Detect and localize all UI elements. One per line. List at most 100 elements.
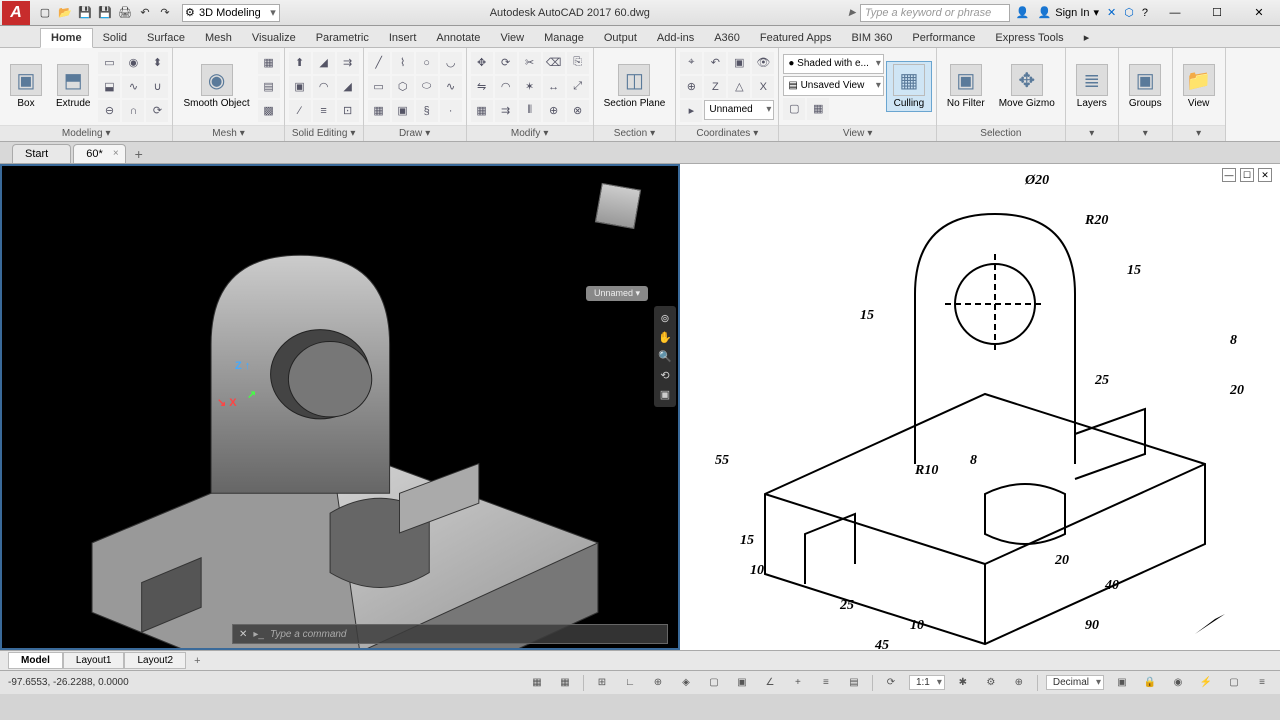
panel-modify-title[interactable]: Modify▾: [467, 125, 593, 141]
file-tab-start[interactable]: Start: [12, 144, 71, 163]
layout-tab-1[interactable]: Layout1: [63, 652, 125, 669]
viewport-2d[interactable]: — ☐ ✕: [680, 164, 1280, 650]
arc-icon[interactable]: ◡: [440, 52, 462, 74]
viewport-single-icon[interactable]: ▢: [783, 98, 805, 120]
cycling-icon[interactable]: ⟳: [881, 674, 901, 692]
tab-bim360[interactable]: BIM 360: [841, 29, 902, 47]
ucs-origin-icon[interactable]: ⊕: [680, 76, 702, 98]
print-icon[interactable]: 🖨: [116, 4, 134, 22]
minimize-button[interactable]: —: [1154, 1, 1196, 25]
panel-coords-title[interactable]: Coordinates▾: [676, 125, 778, 141]
quick-props-icon[interactable]: ▣: [1112, 674, 1132, 692]
view-unnamed-chip[interactable]: Unnamed ▾: [586, 286, 648, 301]
intersect-icon[interactable]: ∩: [122, 100, 144, 122]
customize-icon[interactable]: ≡: [1252, 674, 1272, 692]
mirror-icon[interactable]: ⇋: [471, 76, 493, 98]
groups-button[interactable]: ▣Groups: [1123, 62, 1168, 111]
offset-icon[interactable]: ⇉: [495, 100, 517, 122]
panel-section-title[interactable]: Section▾: [594, 125, 676, 141]
trim-icon[interactable]: ✂: [519, 52, 541, 74]
culling-button[interactable]: ▦Culling: [886, 61, 932, 112]
panel-groups-title[interactable]: ▾: [1119, 125, 1172, 141]
point-icon[interactable]: ·: [440, 100, 462, 122]
subtract-icon[interactable]: ⊖: [98, 100, 120, 122]
clean-screen-icon[interactable]: ▢: [1224, 674, 1244, 692]
offset-face-icon[interactable]: ⇉: [337, 52, 359, 74]
workspace-icon[interactable]: ⚙: [981, 674, 1001, 692]
panel-draw-title[interactable]: Draw▾: [364, 125, 466, 141]
mesh-more-icon[interactable]: ▦: [258, 52, 280, 74]
thicken-icon[interactable]: ≡: [313, 100, 335, 122]
3dosnap-icon[interactable]: ▣: [732, 674, 752, 692]
viewport-3d[interactable]: Unnamed ▾ Z ↑ ↗ ↘ X ⊚ ✋ 🔍 ⟲ ▣ ✕ ▸_ Type …: [0, 164, 680, 650]
app-logo-icon[interactable]: A: [2, 1, 30, 25]
saveas-icon[interactable]: 💾: [96, 4, 114, 22]
signin-button[interactable]: 👤 Sign In ▾: [1038, 6, 1099, 19]
helix-icon[interactable]: §: [416, 100, 438, 122]
rotate-icon[interactable]: ⟳: [495, 52, 517, 74]
tab-mesh[interactable]: Mesh: [195, 29, 242, 47]
otrack-icon[interactable]: ∠: [760, 674, 780, 692]
redo-icon[interactable]: ↷: [156, 4, 174, 22]
panel-view-title[interactable]: View▾: [779, 125, 936, 141]
imprint-icon[interactable]: ⊡: [337, 100, 359, 122]
layout-tab-2[interactable]: Layout2: [124, 652, 186, 669]
autodesk-account-icon[interactable]: 👤: [1016, 6, 1030, 19]
grid-icon[interactable]: ▦: [555, 674, 575, 692]
help-icon[interactable]: ?: [1142, 7, 1148, 19]
open-icon[interactable]: 📂: [56, 4, 74, 22]
panel-layers-title[interactable]: ▾: [1066, 125, 1118, 141]
tab-addins[interactable]: Add-ins: [647, 29, 704, 47]
undo-icon[interactable]: ↶: [136, 4, 154, 22]
isolate-icon[interactable]: ◉: [1168, 674, 1188, 692]
maximize-button[interactable]: ☐: [1196, 1, 1238, 25]
lineweight-icon[interactable]: ≡: [816, 674, 836, 692]
presspull-icon[interactable]: ⬍: [146, 52, 168, 74]
panel-mesh-title[interactable]: Mesh▾: [173, 125, 283, 141]
fillet-icon[interactable]: ◠: [495, 76, 517, 98]
spline-icon[interactable]: ∿: [440, 76, 462, 98]
hatch-icon[interactable]: ▦: [368, 100, 390, 122]
file-tab-current[interactable]: 60*×: [73, 144, 126, 163]
vp-min-icon[interactable]: —: [1222, 168, 1236, 182]
polygon-icon[interactable]: ⬡: [392, 76, 414, 98]
lock-ui-icon[interactable]: 🔒: [1140, 674, 1160, 692]
tab-output[interactable]: Output: [594, 29, 647, 47]
visual-style-combo[interactable]: ● Shaded with e...: [783, 54, 884, 74]
section-plane-button[interactable]: ◫Section Plane: [598, 62, 672, 111]
tab-surface[interactable]: Surface: [137, 29, 195, 47]
command-line[interactable]: ✕ ▸_ Type a command: [232, 624, 668, 644]
app-store-icon[interactable]: ⬡: [1124, 6, 1134, 19]
ucs-prev-icon[interactable]: ↶: [704, 52, 726, 74]
ucs-named-combo[interactable]: Unnamed: [704, 100, 774, 120]
vp-close-icon[interactable]: ✕: [1258, 168, 1272, 182]
zoom-icon[interactable]: 🔍: [656, 350, 674, 363]
polysolid-icon[interactable]: ▭: [98, 52, 120, 74]
ucs-icon-icon[interactable]: ▸: [680, 100, 702, 122]
tab-annotate[interactable]: Annotate: [426, 29, 490, 47]
mesh-less-icon[interactable]: ▤: [258, 76, 280, 98]
fillet-edge-icon[interactable]: ◠: [313, 76, 335, 98]
vp-max-icon[interactable]: ☐: [1240, 168, 1254, 182]
sweep-icon[interactable]: ∿: [122, 76, 144, 98]
explode-icon[interactable]: ✶: [519, 76, 541, 98]
tab-featured-apps[interactable]: Featured Apps: [750, 29, 842, 47]
add-layout-button[interactable]: +: [186, 653, 208, 669]
union-icon[interactable]: ∪: [146, 76, 168, 98]
pan-icon[interactable]: ✋: [656, 331, 674, 344]
tab-overflow-icon[interactable]: ▸: [1074, 28, 1100, 47]
panel-solidedit-title[interactable]: Solid Editing▾: [285, 125, 363, 141]
anno-scale-combo[interactable]: 1:1: [909, 675, 945, 690]
polar-icon[interactable]: ⊕: [648, 674, 668, 692]
revolve-icon[interactable]: ◉: [122, 52, 144, 74]
save-icon[interactable]: 💾: [76, 4, 94, 22]
ortho-icon[interactable]: ∟: [620, 674, 640, 692]
close-button[interactable]: ✕: [1238, 1, 1280, 25]
viewport-config-icon[interactable]: ▦: [807, 98, 829, 120]
solid-history-icon[interactable]: ⟳: [146, 100, 168, 122]
viewcube[interactable]: [588, 186, 648, 246]
loft-icon[interactable]: ⬓: [98, 76, 120, 98]
smooth-object-button[interactable]: ◉Smooth Object: [177, 62, 255, 111]
mesh-refine-icon[interactable]: ▩: [258, 100, 280, 122]
line-icon[interactable]: ╱: [368, 52, 390, 74]
